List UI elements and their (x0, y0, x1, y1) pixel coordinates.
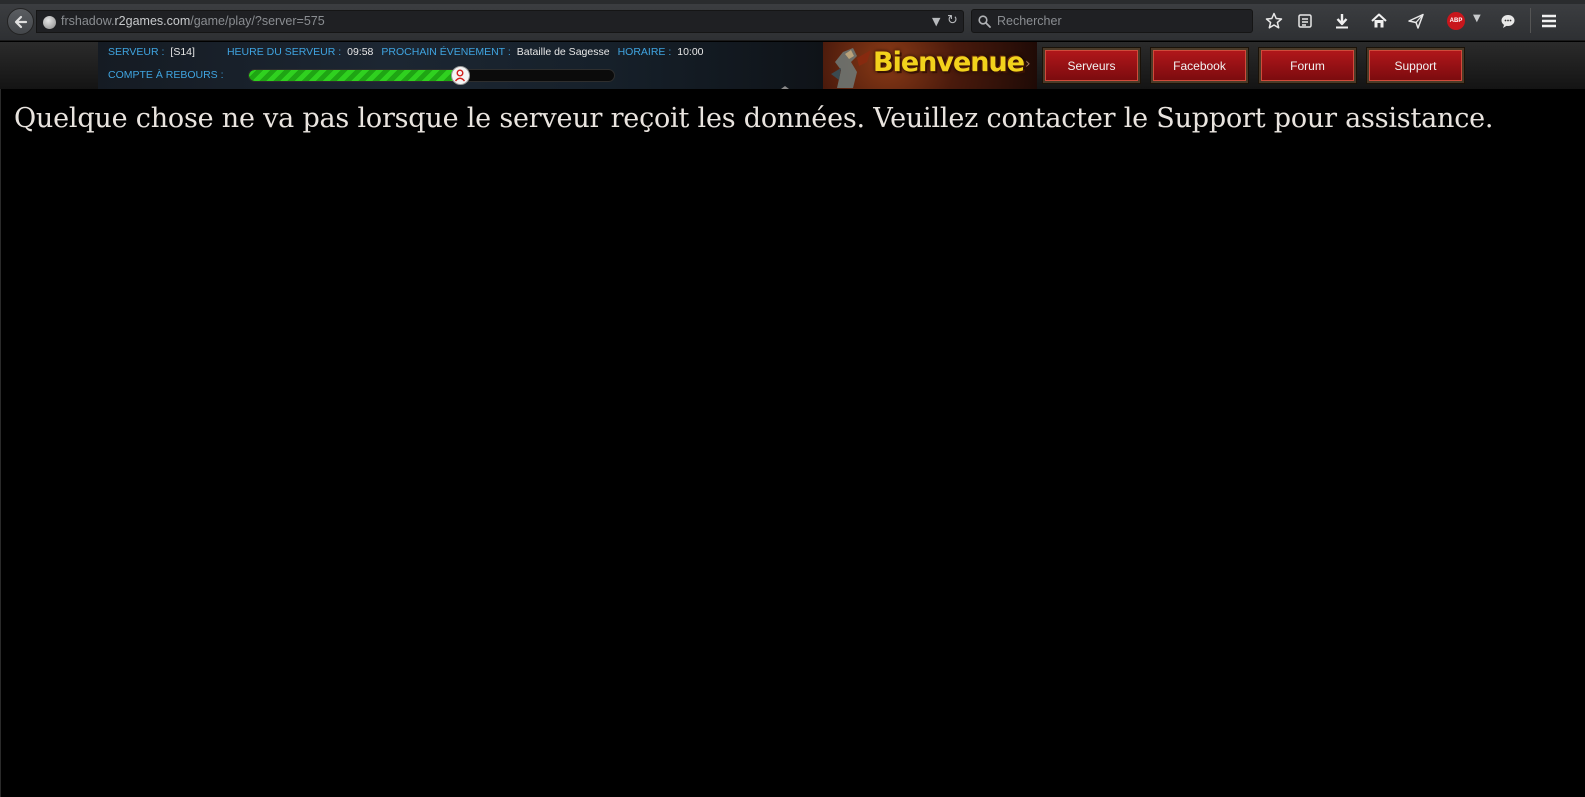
home-icon[interactable] (1369, 11, 1389, 31)
next-event-label: PROCHAIN ÉVENEMENT : (381, 46, 511, 58)
send-paper-plane-icon[interactable] (1406, 11, 1426, 31)
download-icon[interactable] (1332, 11, 1352, 31)
game-content-area: Quelque chose ne va pas lorsque le serve… (0, 89, 1585, 797)
error-message: Quelque chose ne va pas lorsque le serve… (14, 103, 1494, 134)
adblock-icon[interactable]: ABP (1447, 12, 1465, 30)
hero-illustration-icon (831, 48, 871, 88)
countdown-marker-icon (455, 69, 466, 82)
url-dropdown-icon[interactable]: ▼ (932, 15, 940, 28)
countdown-label: COMPTE À REBOURS : (108, 69, 224, 81)
banner-next-icon[interactable]: › (1025, 56, 1031, 72)
globe-icon (43, 16, 56, 29)
servers-button[interactable]: Serveurs (1042, 47, 1141, 84)
next-event-value: Bataille de Sagesse (516, 46, 610, 58)
bookmarks-list-icon[interactable] (1295, 11, 1315, 31)
search-bar[interactable]: Rechercher (971, 9, 1253, 33)
browser-toolbar: frshadow.r2games.com/game/play/?server=5… (0, 0, 1585, 41)
schedule-value: 10:00 (677, 46, 704, 58)
countdown-progress-bar (248, 69, 615, 82)
bookmark-star-icon[interactable] (1264, 11, 1284, 31)
countdown-row: COMPTE À REBOURS : (108, 69, 224, 81)
search-icon (978, 15, 991, 28)
countdown-progress-marker (450, 66, 470, 85)
game-header: SERVEUR : [S14] HEURE DU SERVEUR : 09:58 PRO… (0, 42, 1585, 92)
back-button[interactable] (7, 8, 34, 35)
reload-icon[interactable]: ↻ (947, 13, 958, 28)
server-time-label: HEURE DU SERVEUR : (226, 46, 342, 58)
url-text: frshadow.r2games.com/game/play/?server=5… (61, 14, 325, 28)
adblock-dropdown-icon[interactable]: ▼ (1473, 13, 1481, 24)
schedule-label: HORAIRE : (617, 46, 672, 58)
forum-button[interactable]: Forum (1258, 47, 1357, 84)
server-time-value: 09:58 (347, 46, 374, 58)
tab-strip (0, 0, 1585, 4)
back-arrow-icon (14, 15, 27, 28)
url-bar[interactable]: frshadow.r2games.com/game/play/?server=5… (36, 10, 964, 33)
chat-icon[interactable] (1498, 11, 1518, 31)
welcome-banner-text: Bienvenue (873, 47, 1025, 78)
server-info-row: SERVEUR : [S14] HEURE DU SERVEUR : 09:58 PRO… (108, 46, 704, 58)
support-button[interactable]: Support (1366, 47, 1465, 84)
search-input[interactable]: Rechercher (997, 14, 1062, 28)
menu-hamburger-icon[interactable] (1539, 11, 1559, 31)
facebook-button[interactable]: Facebook (1150, 47, 1249, 84)
welcome-banner[interactable]: Bienvenue › (823, 42, 1037, 89)
server-info-panel: SERVEUR : [S14] HEURE DU SERVEUR : 09:58 PRO… (98, 42, 823, 89)
toolbar-separator (1530, 8, 1531, 33)
server-label: SERVEUR : (108, 46, 165, 58)
countdown-progress-fill (249, 70, 461, 81)
server-value: [S14] (170, 46, 195, 58)
